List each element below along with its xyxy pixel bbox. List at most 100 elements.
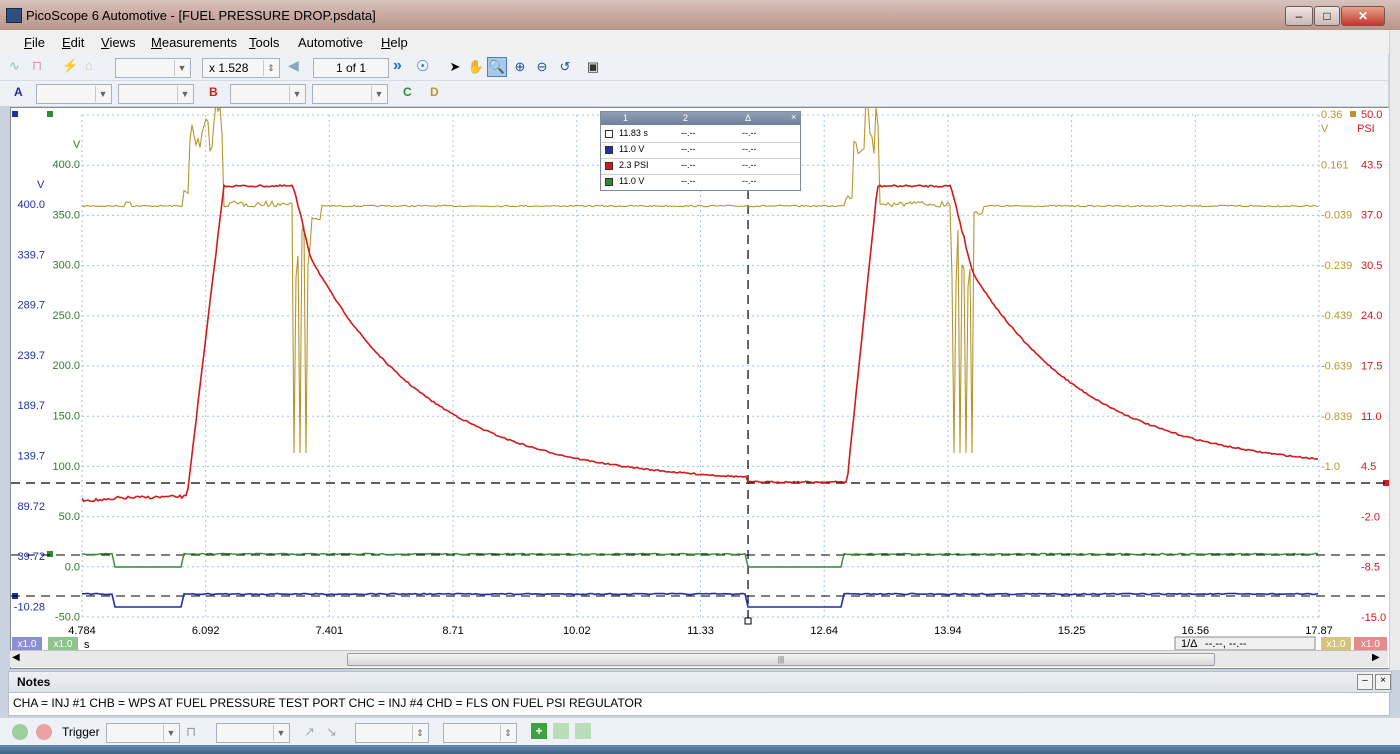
close-icon[interactable]: × xyxy=(791,112,796,122)
channel-b-trace xyxy=(81,183,1319,503)
trigger-source-select[interactable]: ▼ xyxy=(216,723,290,743)
chevron-down-icon: ▼ xyxy=(95,86,110,102)
scope-view[interactable]: 4.784 6.092 7.401 8.71 10.02 11.33 12.64 13.94 1… xyxy=(10,107,1390,669)
green-axis-tick: 350.0 xyxy=(52,209,80,221)
rising-edge-icon[interactable]: ↗ xyxy=(304,724,315,740)
close-notes-icon[interactable]: × xyxy=(1375,674,1391,690)
chevron-down-icon: ▼ xyxy=(174,60,189,76)
blue-axis-tick: 239.7 xyxy=(17,350,45,362)
remove-icon[interactable] xyxy=(553,723,569,739)
hand-tool-icon[interactable]: ✋ xyxy=(466,57,486,77)
channel-a-label[interactable]: A xyxy=(14,85,23,99)
properties-icon[interactable] xyxy=(575,723,591,739)
menu-measurements[interactable]: Measurements xyxy=(151,35,237,50)
minimize-notes-icon[interactable]: – xyxy=(1357,674,1373,690)
page-field[interactable]: 1 of 1 xyxy=(313,58,389,78)
channel-a-coupling-select[interactable]: ▼ xyxy=(118,84,194,104)
maximize-button[interactable]: □ xyxy=(1314,6,1340,26)
scope-mode-icon[interactable]: ∿ xyxy=(9,58,29,76)
notes-title: Notes xyxy=(17,675,51,689)
channel-a-range-select[interactable]: ▼ xyxy=(36,84,112,104)
probe-icon[interactable]: ⚡ xyxy=(62,58,82,76)
home-icon[interactable]: ⌂ xyxy=(85,58,105,76)
menu-automotive[interactable]: Automotive xyxy=(298,35,363,50)
timebase-select[interactable]: ▼ xyxy=(115,58,191,78)
svg-text:x1.0: x1.0 xyxy=(1361,639,1380,650)
first-page-icon[interactable]: ◀ xyxy=(288,57,308,77)
scroll-right-icon[interactable]: ▶ xyxy=(1372,652,1380,663)
channel-b-range-select[interactable]: ▼ xyxy=(230,84,306,104)
blue-axis-tick: 139.7 xyxy=(17,451,45,463)
channel-b-label[interactable]: B xyxy=(209,85,218,99)
add-icon[interactable]: + xyxy=(531,723,547,739)
x-tick-label: 6.092 xyxy=(192,625,220,637)
channel-swatch xyxy=(605,130,613,138)
menu-tools[interactable]: Tools xyxy=(249,35,279,50)
scroll-left-icon[interactable]: ◀ xyxy=(12,652,20,663)
gold-axis-tick: -0.039 xyxy=(1321,210,1352,222)
green-axis-tick: 250.0 xyxy=(52,310,80,322)
channel-b-scale-tag: x1.0 xyxy=(1354,637,1387,650)
zoom-select-icon[interactable]: 🔍 xyxy=(487,57,507,77)
red-axis-tick: 24.0 xyxy=(1361,310,1382,322)
spinner-icon: ⇕ xyxy=(412,725,427,741)
notes-textbox[interactable]: CHA = INJ #1 CHB = WPS AT FUEL PRESSURE … xyxy=(8,692,1390,716)
minimize-button[interactable]: – xyxy=(1285,6,1313,26)
notes-text: CHA = INJ #1 CHB = WPS AT FUEL PRESSURE … xyxy=(13,696,643,710)
menu-bar: File Edit Views Measurements Tools Autom… xyxy=(0,30,1400,55)
ruler-row-channel-b: 2.3 PSI --.-- --.-- xyxy=(601,158,800,175)
app-icon xyxy=(6,8,22,23)
zoom-out-icon[interactable]: ⊖ xyxy=(532,57,552,77)
zoom-value: x 1.528 xyxy=(209,61,249,75)
persistence-mode-icon[interactable]: ⊓ xyxy=(32,58,52,76)
zoom-overview-icon[interactable]: ▣ xyxy=(583,57,603,77)
channel-b-coupling-select[interactable]: ▼ xyxy=(312,84,388,104)
time-ruler-handle xyxy=(744,617,752,625)
x-tick-label: 10.02 xyxy=(563,625,591,637)
menu-edit[interactable]: Edit xyxy=(62,35,84,50)
svg-text:x1.0: x1.0 xyxy=(1327,639,1346,650)
trigger-mode-select[interactable]: ▼ xyxy=(106,723,180,743)
spinner-icon[interactable]: ⇕ xyxy=(263,60,278,76)
stop-icon[interactable] xyxy=(36,724,52,740)
vertical-scrollbar[interactable] xyxy=(1389,30,1400,670)
main-toolbar: ∿ ⊓ ⚡ ⌂ ▼ x 1.528 ⇕ ◀ 1 of 1 » ☉ xyxy=(0,54,1388,81)
menu-file[interactable]: File xyxy=(24,35,45,50)
pointer-tool-icon[interactable]: ➤ xyxy=(445,57,465,77)
channel-d-label[interactable]: D xyxy=(430,85,439,99)
gold-axis-tick: -0.839 xyxy=(1321,411,1352,423)
compass-icon[interactable]: ☉ xyxy=(416,57,436,77)
channel-c-scale-tag: x1.0 xyxy=(48,637,78,650)
x-tick-label: 12.64 xyxy=(810,625,838,637)
channel-swatch xyxy=(605,146,613,154)
green-axis-tick: 150.0 xyxy=(52,411,80,423)
red-axis-tick: 17.5 xyxy=(1361,361,1382,373)
menu-help[interactable]: Help xyxy=(381,35,408,50)
undo-zoom-icon[interactable]: ↺ xyxy=(555,57,575,77)
ruler-delta-value: --.--, --.-- xyxy=(1205,638,1247,650)
os-taskbar xyxy=(0,745,1400,754)
start-icon[interactable] xyxy=(12,724,28,740)
green-axis-tick: -50.0 xyxy=(55,612,80,624)
trigger-threshold-spinner[interactable]: ⇕ xyxy=(355,723,429,743)
next-page-icon[interactable]: » xyxy=(393,57,413,77)
zoom-spinner[interactable]: x 1.528 ⇕ xyxy=(202,58,280,78)
menu-views[interactable]: Views xyxy=(101,35,135,50)
x-tick-label: 17.87 xyxy=(1305,625,1333,637)
red-axis-tick: 11.0 xyxy=(1361,411,1382,423)
red-axis-tick: -8.5 xyxy=(1361,562,1380,574)
chevron-down-icon: ▼ xyxy=(289,86,304,102)
falling-edge-icon[interactable]: ↘ xyxy=(326,724,337,740)
title-bar: PicoScope 6 Automotive - [FUEL PRESSURE … xyxy=(0,0,1400,30)
trigger-type-icon[interactable]: ⊓ xyxy=(186,724,196,740)
channel-c-label[interactable]: C xyxy=(403,85,412,99)
horizontal-scrollbar[interactable]: ◀ ||| ▶ xyxy=(10,650,1388,667)
trigger-toolbar: Trigger ▼ ⊓ ▼ ↗ ↘ ⇕ ⇕ + xyxy=(0,717,1400,746)
gold-axis-tick: -0.439 xyxy=(1321,310,1352,322)
trigger-pretrigger-spinner[interactable]: ⇕ xyxy=(443,723,517,743)
close-button[interactable]: ✕ xyxy=(1341,6,1385,26)
channel-c-offset-marker xyxy=(47,551,53,557)
scrollbar-thumb[interactable]: ||| xyxy=(347,653,1215,666)
chevron-down-icon: ▼ xyxy=(177,86,192,102)
zoom-in-icon[interactable]: ⊕ xyxy=(510,57,530,77)
